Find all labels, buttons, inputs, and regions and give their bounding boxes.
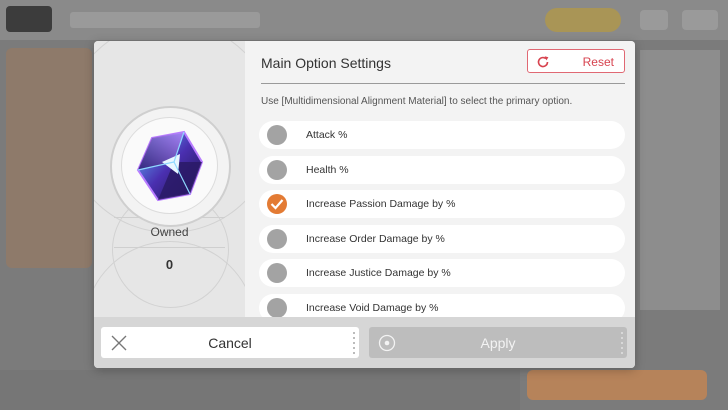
option-attack[interactable]: Attack %: [259, 121, 625, 149]
apply-button-label: Apply: [480, 335, 516, 351]
radio-unselected-icon: [267, 229, 287, 249]
background-icon-b: [682, 10, 718, 30]
checkmark-icon: [267, 194, 287, 214]
cancel-button[interactable]: Cancel: [101, 327, 359, 358]
option-label: Increase Justice Damage by %: [306, 267, 451, 279]
background-side-panel: [640, 50, 720, 310]
options-panel: Main Option Settings Reset Use [Multidim…: [245, 41, 635, 317]
apply-button[interactable]: Apply: [369, 327, 627, 358]
background-title: [70, 12, 260, 28]
background-logo: [6, 6, 52, 32]
background-bottom-bar: [0, 370, 520, 410]
main-option-settings-dialog: Owned 0 Main Option Settings Reset Use […: [94, 41, 635, 368]
option-list[interactable]: Attack % Health % Increase Passion Damag…: [259, 121, 625, 317]
radio-unselected-icon: [267, 125, 287, 145]
option-order-damage[interactable]: Increase Order Damage by %: [259, 225, 625, 253]
option-label: Increase Order Damage by %: [306, 233, 445, 245]
instruction-text: Use [Multidimensional Alignment Material…: [261, 96, 573, 107]
option-health[interactable]: Health %: [259, 156, 625, 184]
option-passion-damage[interactable]: Increase Passion Damage by %: [259, 190, 625, 218]
option-void-damage[interactable]: Increase Void Damage by %: [259, 294, 625, 317]
reset-icon: [537, 56, 549, 68]
crystal-cube-icon: [136, 130, 204, 202]
divider: [114, 247, 225, 248]
background-currency: [545, 8, 621, 32]
background-character-list: [6, 48, 92, 268]
button-edge-decoration: [353, 332, 355, 354]
material-panel: Owned 0: [94, 41, 245, 317]
background-action-button: [527, 370, 707, 400]
radio-unselected-icon: [267, 298, 287, 317]
dialog-title: Main Option Settings: [261, 55, 391, 71]
radio-unselected-icon: [267, 263, 287, 283]
option-label: Attack %: [306, 129, 348, 141]
option-label: Increase Passion Damage by %: [306, 198, 456, 210]
reset-button[interactable]: Reset: [527, 49, 625, 73]
dialog-footer: Cancel Apply: [94, 317, 635, 368]
radio-unselected-icon: [267, 160, 287, 180]
option-label: Increase Void Damage by %: [306, 302, 439, 314]
owned-label: Owned: [150, 225, 189, 239]
background-icon-a: [640, 10, 668, 30]
option-justice-damage[interactable]: Increase Justice Damage by %: [259, 259, 625, 287]
button-edge-decoration: [621, 332, 623, 354]
cancel-button-label: Cancel: [208, 335, 252, 351]
material-icon-frame: [110, 106, 231, 227]
title-divider: [261, 83, 625, 84]
material-icon-background: [121, 117, 218, 214]
owned-count: 0: [165, 257, 174, 272]
reset-button-label: Reset: [582, 55, 614, 69]
option-label: Health %: [306, 164, 349, 176]
